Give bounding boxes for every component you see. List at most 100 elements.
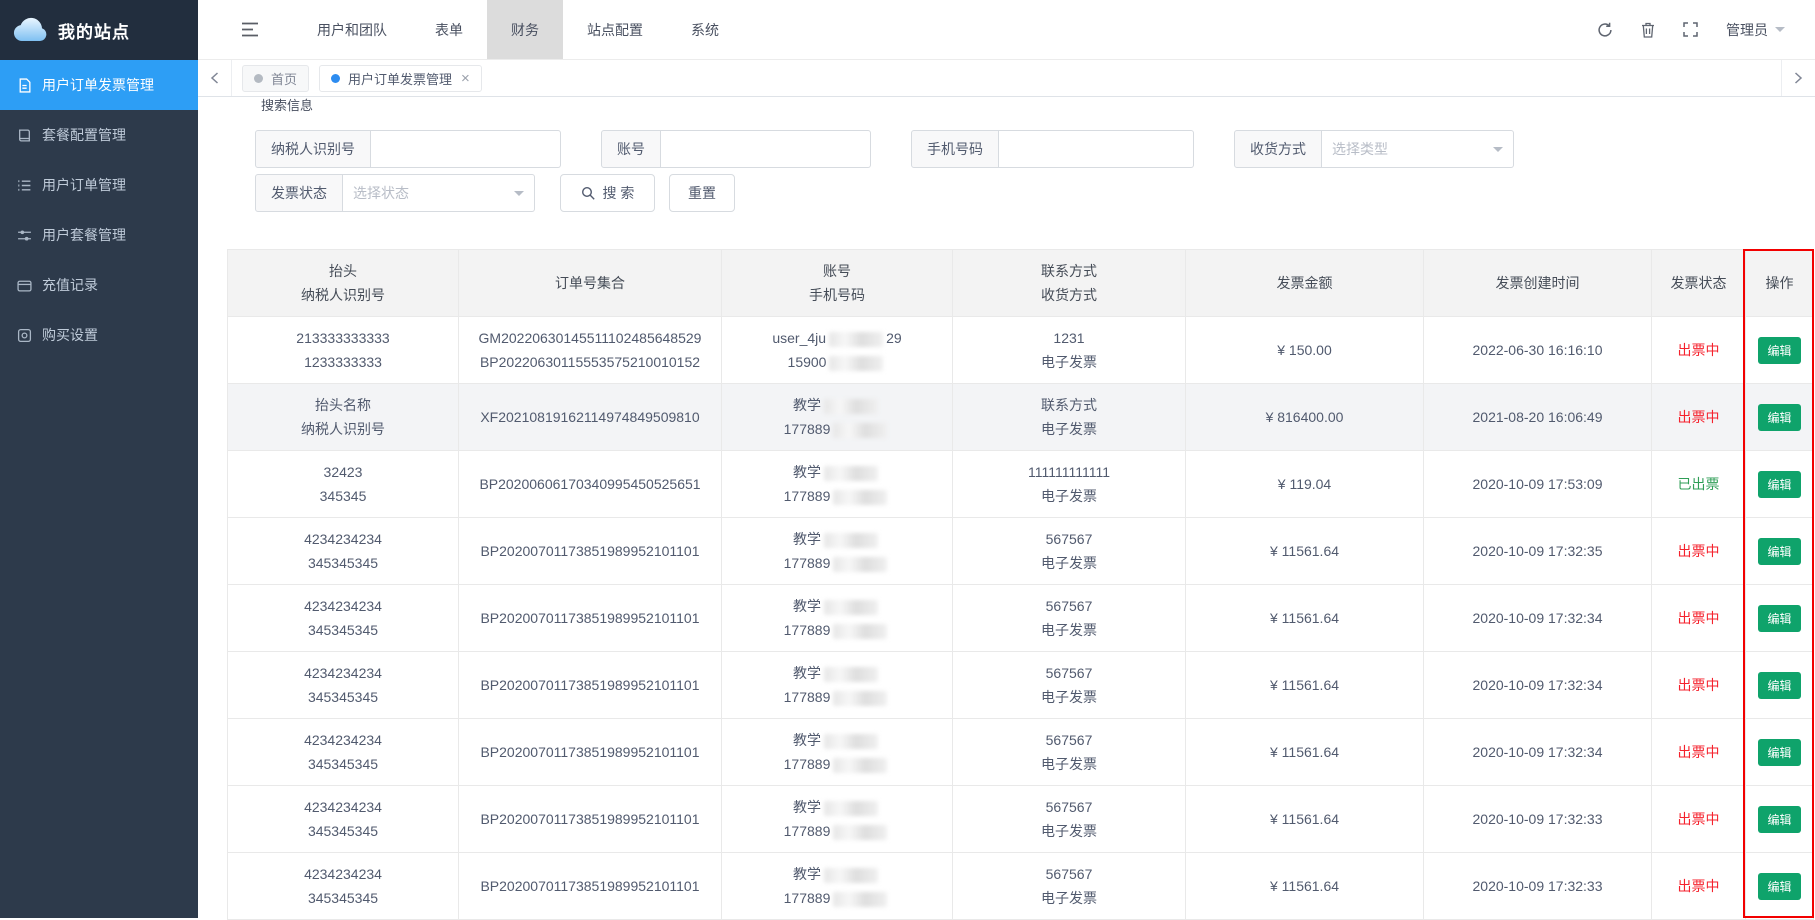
table-row: 4234234234 345345345 BP20200701173851989… [228, 786, 1814, 853]
topnav-item-site-config[interactable]: 站点配置 [563, 0, 667, 59]
contact-value: 567567 [957, 862, 1181, 886]
account-prefix: user_4ju [772, 330, 826, 346]
col-header-actions: 操作 [1746, 250, 1814, 317]
topnav-item-finance[interactable]: 财务 [487, 0, 563, 59]
cell-created-time: 2020-10-09 17:32:34 [1424, 652, 1652, 719]
cell-amount: ¥ 11561.64 [1186, 786, 1424, 853]
cell-actions: 编辑 [1746, 317, 1814, 384]
cell-status: 出票中 [1652, 317, 1746, 384]
invoice-amount: ¥ 816400.00 [1190, 405, 1419, 429]
edit-button[interactable]: 编辑 [1758, 404, 1800, 431]
select-placeholder: 选择状态 [353, 183, 409, 203]
invoice-title: 4234234234 [232, 661, 454, 685]
caret-down-icon [1493, 147, 1503, 157]
cell-title-taxid: 4234234234 345345345 [228, 518, 459, 585]
reset-button[interactable]: 重置 [669, 174, 735, 212]
delivery-method-value: 电子发票 [957, 350, 1181, 374]
account-prefix: 教学 [793, 531, 821, 547]
tabs-scroll-left-icon[interactable] [198, 60, 232, 96]
sidebar-item-recharge-record[interactable]: 充值记录 [0, 260, 198, 310]
refresh-icon[interactable] [1597, 22, 1613, 38]
fullscreen-icon[interactable] [1683, 22, 1698, 37]
delivery-method-value: 电子发票 [957, 417, 1181, 441]
cell-title-taxid: 32423 345345 [228, 451, 459, 518]
phone-input[interactable] [999, 130, 1194, 168]
masked-account-text [824, 667, 878, 682]
topnav-item-system[interactable]: 系统 [667, 0, 743, 59]
edit-button[interactable]: 编辑 [1758, 337, 1800, 364]
tab-dot-icon [254, 74, 263, 83]
cell-contact-delivery: 567567 电子发票 [953, 585, 1186, 652]
sidebar-item-invoice-management[interactable]: 用户订单发票管理 [0, 60, 198, 110]
phone-prefix: 177889 [784, 488, 831, 504]
topnav-item-forms[interactable]: 表单 [411, 0, 487, 59]
topnav-item-users-teams[interactable]: 用户和团队 [293, 0, 411, 59]
phone-prefix: 177889 [784, 823, 831, 839]
edit-button[interactable]: 编辑 [1758, 739, 1800, 766]
top-nav: 用户和团队 表单 财务 站点配置 系统 [293, 0, 743, 59]
account-line: 教学 [726, 728, 948, 752]
admin-menu[interactable]: 管理员 [1726, 20, 1785, 40]
tabs-scroll-right-icon[interactable] [1781, 60, 1815, 96]
contact-value: 567567 [957, 728, 1181, 752]
cell-status: 出票中 [1652, 853, 1746, 920]
masked-account-text [824, 466, 878, 481]
edit-button[interactable]: 编辑 [1758, 471, 1800, 498]
edit-button[interactable]: 编辑 [1758, 605, 1800, 632]
order-number: BP20200701173851989952101101 [463, 740, 717, 764]
sidebar-item-label: 购买设置 [42, 325, 98, 345]
tax-id-label: 纳税人识别号 [255, 130, 371, 168]
masked-phone-text [833, 691, 887, 706]
cell-contact-delivery: 联系方式 电子发票 [953, 384, 1186, 451]
invoice-status: 出票中 [1656, 673, 1741, 697]
order-numbers: BP20200701173851989952101101 [463, 874, 717, 898]
phone-prefix: 177889 [784, 689, 831, 705]
invoice-title: 抬头名称 [232, 393, 454, 417]
masked-account-text [824, 734, 878, 749]
edit-button[interactable]: 编辑 [1758, 672, 1800, 699]
phone-line: 177889 [726, 484, 948, 508]
delivery-method-value: 电子发票 [957, 618, 1181, 642]
sidebar-item-user-package[interactable]: 用户套餐管理 [0, 210, 198, 260]
sidebar: 我的站点 用户订单发票管理 套餐配置管理 用户订单管理 用户套餐管理 [0, 0, 198, 918]
field-account: 账号 [601, 130, 871, 168]
cell-contact-delivery: 567567 电子发票 [953, 518, 1186, 585]
search-button[interactable]: 搜 索 [560, 174, 655, 212]
edit-button[interactable]: 编辑 [1758, 873, 1800, 900]
sidebar-item-purchase-settings[interactable]: 购买设置 [0, 310, 198, 360]
field-tax-id: 纳税人识别号 [255, 130, 561, 168]
order-numbers: BP20200701173851989952101101 [463, 673, 717, 697]
tab-dot-icon [331, 74, 340, 83]
cell-order-numbers: XF20210819162114974849509810 [459, 384, 722, 451]
account-line: 教学 [726, 661, 948, 685]
cell-amount: ¥ 150.00 [1186, 317, 1424, 384]
tax-id-input[interactable] [371, 130, 561, 168]
cell-created-time: 2020-10-09 17:32:33 [1424, 853, 1652, 920]
sidebar-item-order-management[interactable]: 用户订单管理 [0, 160, 198, 210]
account-line: 教学 [726, 460, 948, 484]
invoice-status-select[interactable]: 选择状态 [343, 174, 535, 212]
phone-line: 177889 [726, 819, 948, 843]
select-placeholder: 选择类型 [1332, 139, 1388, 159]
edit-button[interactable]: 编辑 [1758, 806, 1800, 833]
invoice-created-time: 2020-10-09 17:32:34 [1428, 673, 1647, 697]
edit-button[interactable]: 编辑 [1758, 538, 1800, 565]
sidebar-item-package-config[interactable]: 套餐配置管理 [0, 110, 198, 160]
settings-square-icon [16, 328, 32, 343]
tab-close-icon[interactable]: × [461, 71, 470, 86]
account-line: 教学 [726, 795, 948, 819]
table-row: 抬头名称 纳税人识别号 XF20210819162114974849509810… [228, 384, 1814, 451]
tax-id-value: 345345345 [232, 819, 454, 843]
sidebar-item-label: 用户订单发票管理 [42, 75, 154, 95]
masked-account-text [824, 801, 878, 816]
delivery-method-select[interactable]: 选择类型 [1322, 130, 1514, 168]
tab-invoice-management[interactable]: 用户订单发票管理 × [319, 65, 482, 92]
trash-icon[interactable] [1641, 22, 1655, 38]
tab-home[interactable]: 首页 [242, 65, 309, 92]
menu-toggle-icon[interactable] [227, 0, 273, 59]
invoice-title: 32423 [232, 460, 454, 484]
masked-phone-text [833, 624, 887, 639]
account-input[interactable] [661, 130, 871, 168]
cell-contact-delivery: 567567 电子发票 [953, 853, 1186, 920]
tab-label: 首页 [271, 69, 297, 88]
